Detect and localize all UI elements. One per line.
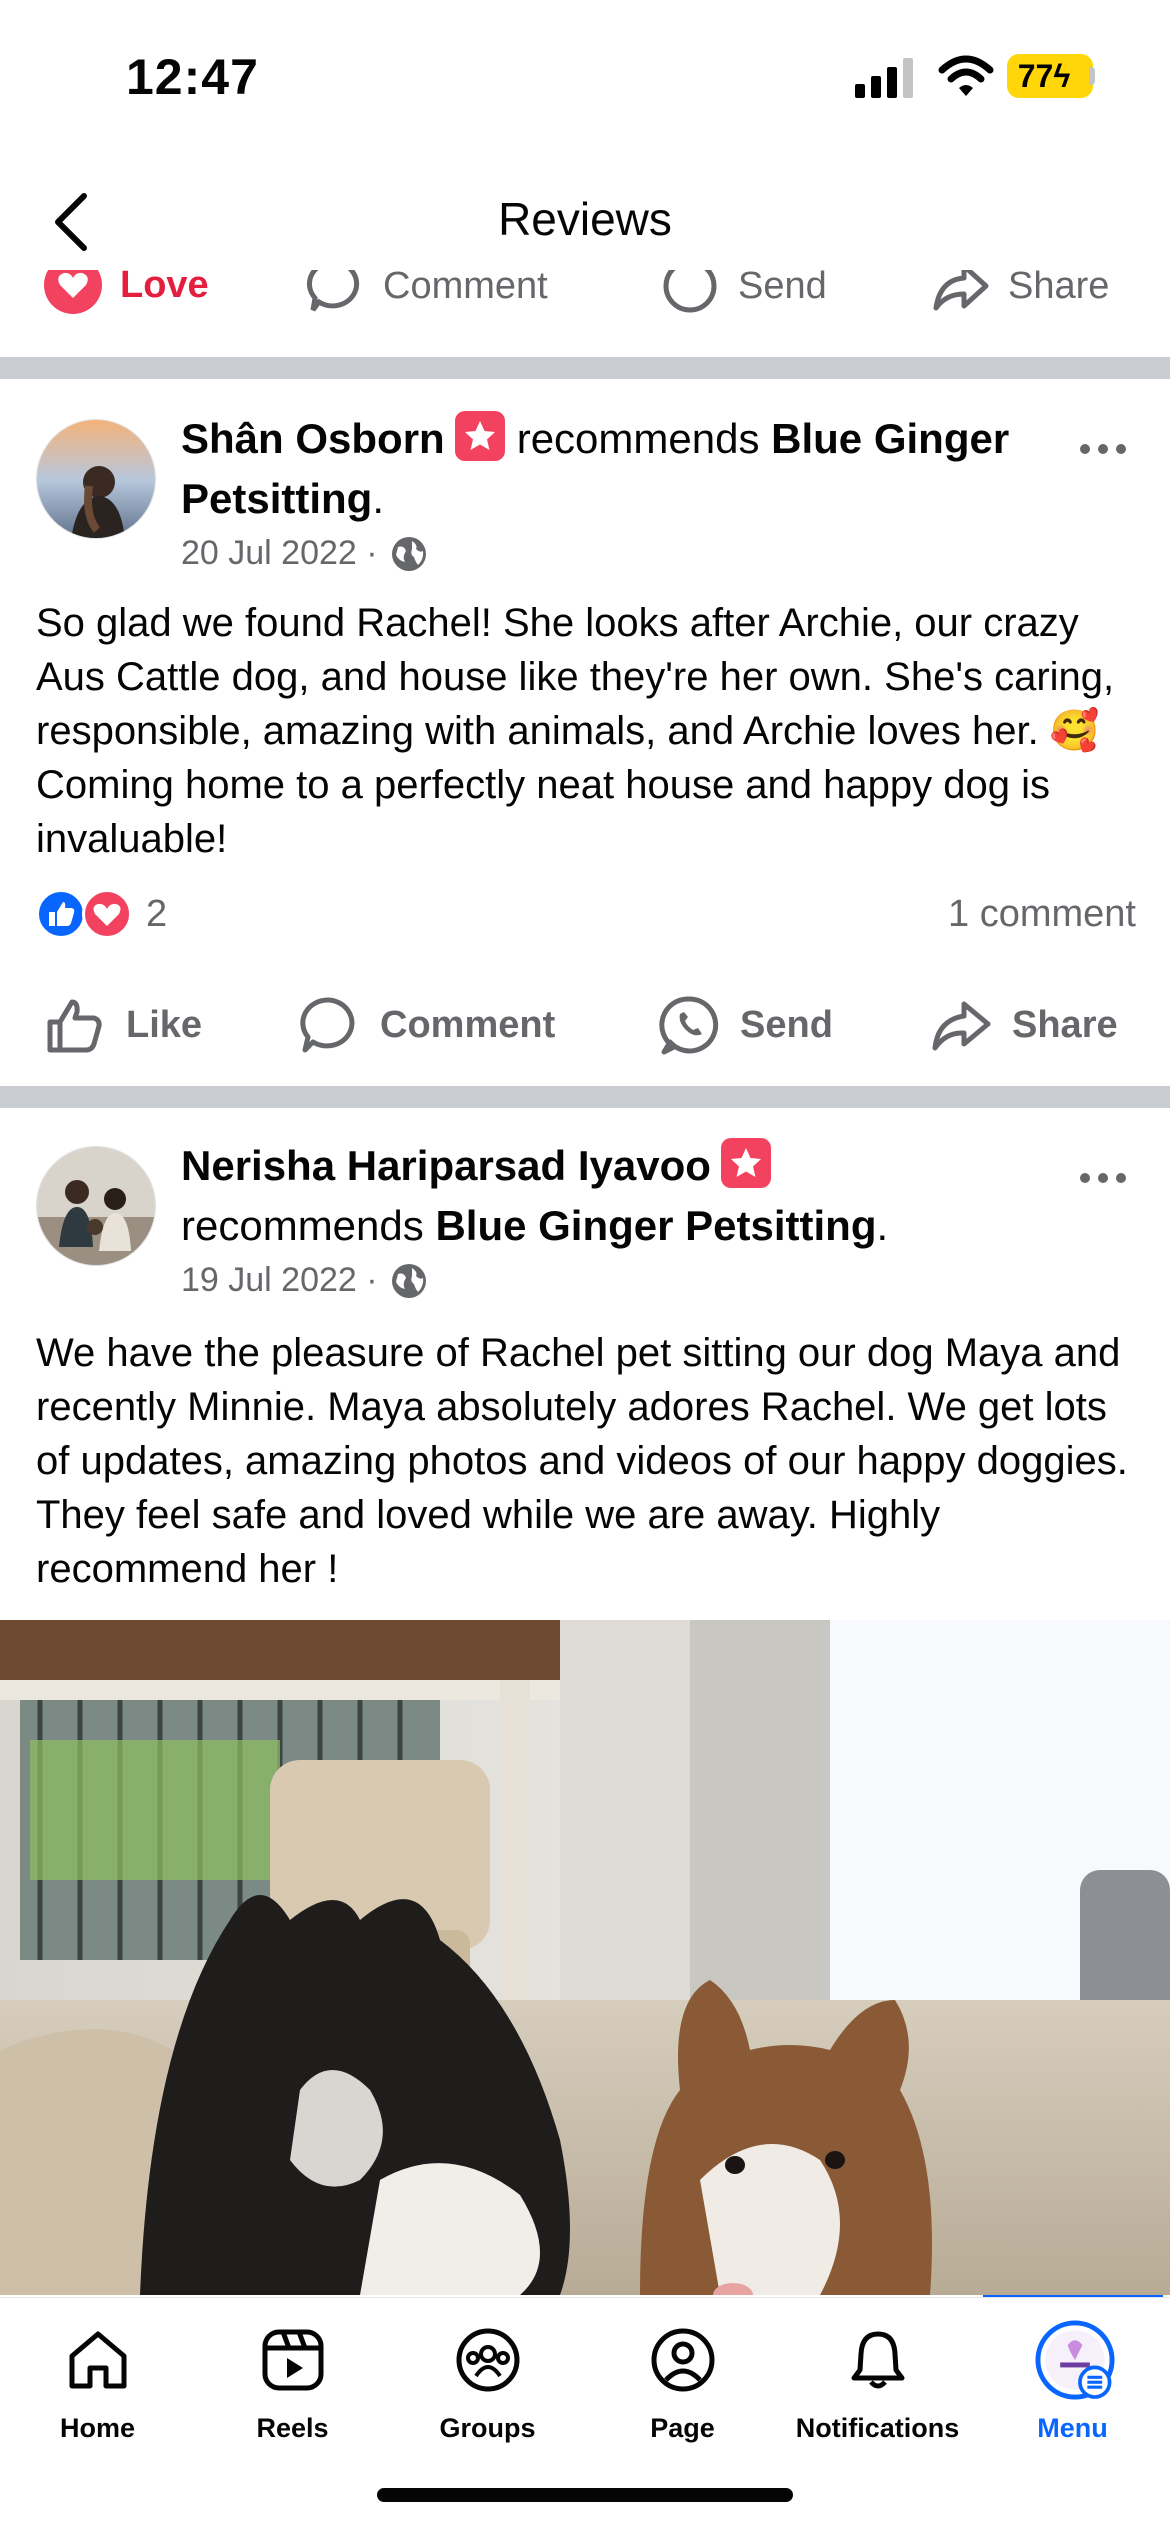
previous-post-actions: Love Comment Send Share	[0, 270, 1170, 332]
share-icon	[932, 1001, 991, 1051]
tab-notifications[interactable]: Notifications	[780, 2298, 975, 2458]
more-options-icon[interactable]	[1078, 1168, 1128, 1188]
groups-icon	[456, 2328, 520, 2392]
post-header-1: Shân Osborn recommends Blue Ginger Petsit…	[181, 409, 1041, 529]
page-name-2[interactable]: Blue Ginger Petsitting	[435, 1202, 876, 1249]
post-date-1[interactable]: 20 Jul 2022 ·	[181, 534, 378, 573]
reaction-count-1: 2	[146, 893, 168, 935]
tab-page-label: Page	[650, 2413, 715, 2443]
post-meta-1: 20 Jul 2022 ·	[181, 534, 428, 573]
period-1: .	[372, 475, 385, 522]
review-text-1: So glad we found Rachel! She looks after…	[36, 601, 1115, 861]
status-time: 12:47	[126, 49, 259, 105]
previous-send-label: Send	[738, 270, 827, 307]
love-icon	[44, 270, 102, 314]
review-post-1: Shân Osborn recommends Blue Ginger Petsit…	[0, 379, 1170, 1086]
battery-icon: 77ϟ	[1007, 54, 1093, 98]
previous-send-button[interactable]: Send	[660, 270, 827, 316]
recommends-text-2: recommends	[181, 1202, 424, 1249]
app-screen: 12:47 77ϟ Reviews Love Comment Send Shar…	[0, 0, 1170, 2532]
tab-menu[interactable]: Menu	[975, 2298, 1170, 2458]
comment-count-1[interactable]: 1 comment	[948, 893, 1136, 936]
recommends-text-1: recommends	[516, 415, 760, 462]
comment-icon	[300, 997, 355, 1053]
post-actions-1: Like Comment Send Share	[0, 974, 1170, 1074]
author-avatar-1[interactable]	[36, 419, 156, 539]
globe-icon	[391, 1263, 426, 1298]
avatar-photo	[37, 1147, 155, 1265]
tab-notifications-label: Notifications	[795, 2413, 960, 2443]
comment-button[interactable]: Comment	[298, 994, 555, 1056]
cellular-signal-icon	[855, 58, 913, 98]
previous-comment-label: Comment	[383, 270, 548, 307]
send-label: Send	[740, 1003, 833, 1046]
tab-groups[interactable]: Groups	[390, 2298, 585, 2458]
tab-reels[interactable]: Reels	[195, 2298, 390, 2458]
dogs-photo	[0, 1620, 1170, 2295]
share-button[interactable]: Share	[930, 994, 1118, 1056]
share-icon	[933, 270, 989, 311]
post-date-2[interactable]: 19 Jul 2022 ·	[181, 1261, 378, 1300]
post-header-2: Nerisha Hariparsad Iyavoo recommends Blue…	[181, 1136, 1041, 1256]
battery-percent: 77	[1017, 58, 1054, 94]
love-reaction-icon	[82, 889, 132, 939]
review-post-2: Nerisha Hariparsad Iyavoo recommends Blue…	[0, 1108, 1170, 1620]
tab-home[interactable]: Home	[0, 2298, 195, 2458]
comment-icon	[306, 270, 360, 312]
share-label: Share	[1012, 1003, 1118, 1046]
battery-level: 77ϟ	[1007, 54, 1081, 98]
tab-groups-label: Groups	[439, 2413, 536, 2443]
avatar-photo	[37, 420, 155, 538]
tab-menu-label: Menu	[1037, 2413, 1108, 2443]
tab-page[interactable]: Page	[585, 2298, 780, 2458]
whatsapp-icon	[659, 996, 719, 1055]
wifi-icon	[938, 55, 994, 96]
globe-icon	[391, 536, 426, 571]
like-label: Like	[126, 1003, 203, 1046]
post-meta-2: 19 Jul 2022 ·	[181, 1261, 428, 1300]
reactions-summary-1[interactable]: 2 1 comment	[36, 889, 1136, 949]
tab-home-label: Home	[59, 2413, 135, 2443]
like-reaction-icon	[36, 889, 86, 939]
recommend-star-icon	[454, 411, 505, 461]
like-icon	[47, 999, 102, 1053]
period-2: .	[876, 1202, 889, 1249]
home-indicator	[377, 2488, 793, 2502]
previous-comment-button[interactable]: Comment	[305, 270, 548, 316]
bell-icon	[851, 2331, 905, 2389]
charging-bolt-icon: ϟ	[1053, 58, 1071, 94]
review-text-2: We have the pleasure of Rachel pet sitti…	[36, 1331, 1128, 1591]
love-reaction-button[interactable]: Love	[44, 270, 209, 314]
recommend-star-icon	[720, 1138, 771, 1188]
previous-share-button[interactable]: Share	[930, 270, 1109, 316]
like-button[interactable]: Like	[44, 994, 202, 1056]
tab-reels-label: Reels	[256, 2413, 329, 2443]
page-title: Reviews	[498, 193, 672, 245]
post-photo-dogs[interactable]	[0, 1620, 1170, 2295]
send-button[interactable]: Send	[658, 994, 833, 1056]
more-options-icon[interactable]	[1078, 439, 1128, 459]
page-icon	[651, 2328, 715, 2392]
author-name-1[interactable]: Shân Osborn	[181, 415, 445, 462]
comment-label: Comment	[380, 1003, 556, 1046]
author-avatar-2[interactable]	[36, 1146, 156, 1266]
whatsapp-icon	[663, 270, 717, 313]
love-label: Love	[120, 270, 209, 306]
post-divider	[0, 1086, 1170, 1108]
post-divider	[0, 357, 1170, 379]
previous-share-label: Share	[1008, 270, 1110, 307]
battery-tip	[1089, 67, 1095, 85]
author-name-2[interactable]: Nerisha Hariparsad Iyavoo	[181, 1142, 711, 1189]
status-bar: 12:47 77ϟ	[0, 0, 1170, 150]
home-icon	[69, 2331, 127, 2389]
reels-icon	[262, 2329, 324, 2391]
menu-avatar-icon	[1035, 2320, 1115, 2400]
